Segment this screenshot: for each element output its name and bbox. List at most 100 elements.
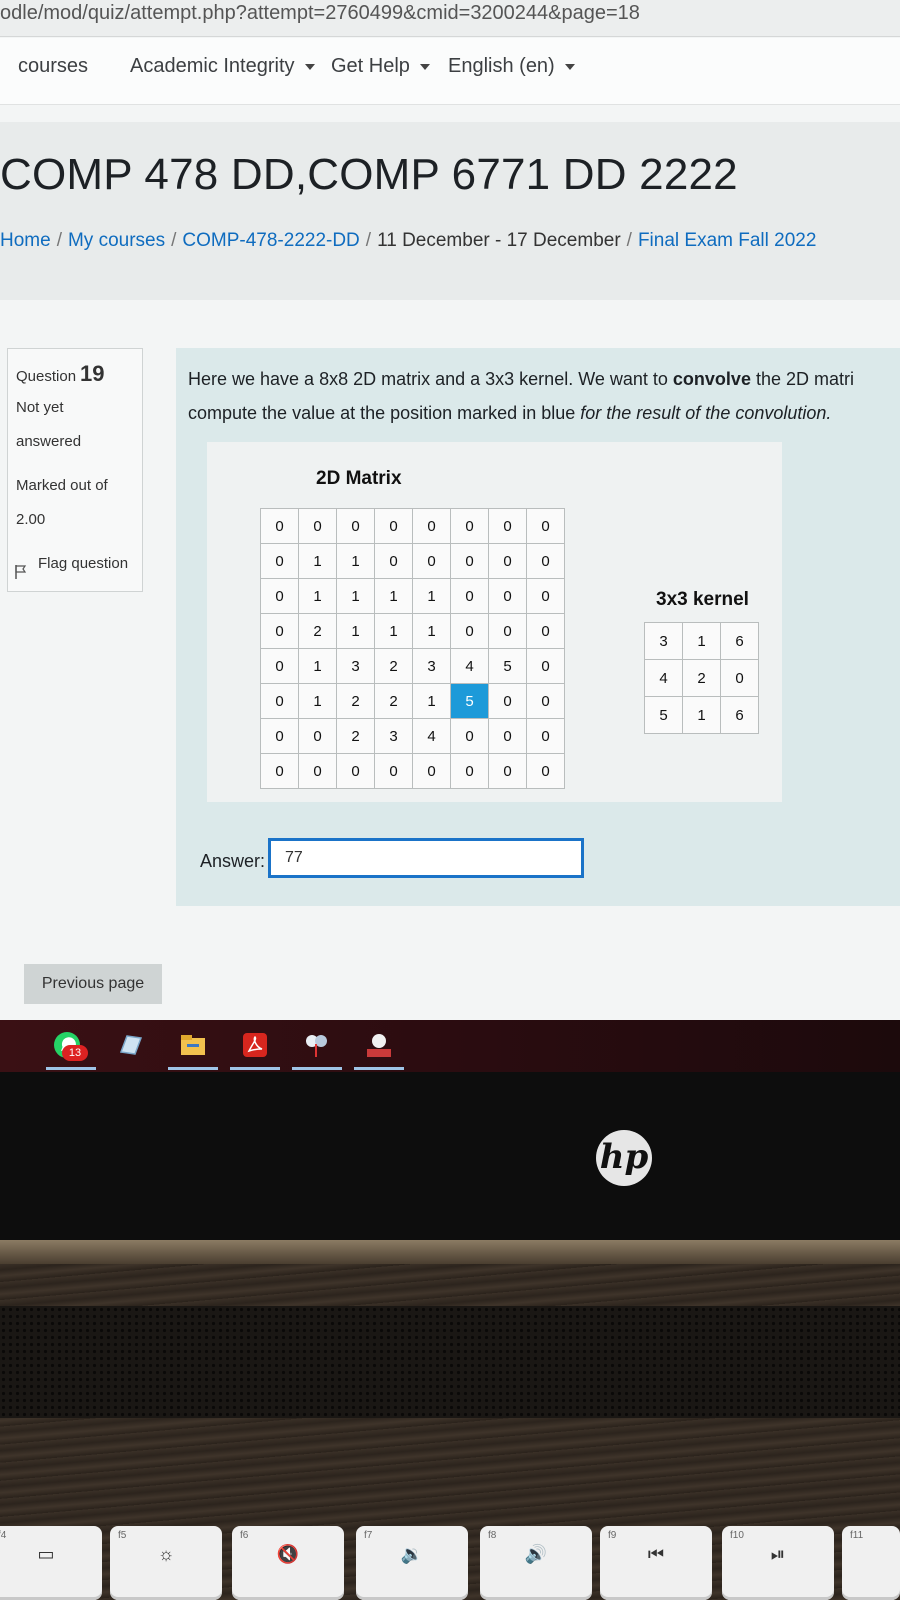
question-info-panel: Question 19 Not yet answered Marked out o… — [7, 348, 143, 592]
matrix-cell: 0 — [412, 753, 451, 789]
monitor-screen: odle/mod/quiz/attempt.php?attempt=276049… — [0, 0, 900, 1042]
matrix-cell: 0 — [488, 683, 527, 719]
kernel-cell: 4 — [644, 659, 683, 697]
matrix-cell: 0 — [374, 753, 413, 789]
marked-line-2: 2.00 — [16, 511, 46, 528]
function-key-label: f8 — [488, 1530, 497, 1541]
url-text[interactable]: odle/mod/quiz/attempt.php?attempt=276049… — [0, 2, 640, 25]
matrix-cell: 0 — [450, 543, 489, 579]
kernel-cell: 1 — [682, 696, 721, 734]
question-text-bold: convolve — [672, 369, 751, 389]
function-key-icon: 🔇 — [276, 1544, 300, 1564]
function-key-label: f9 — [608, 1530, 617, 1541]
kernel-cell: 5 — [644, 696, 683, 734]
answer-input[interactable] — [268, 838, 584, 878]
kernel-cell: 6 — [720, 622, 759, 660]
notification-badge: 13 — [62, 1045, 88, 1061]
matrix-cell: 0 — [488, 718, 527, 754]
matrix-cell: 1 — [298, 648, 337, 684]
notes-icon[interactable] — [115, 1030, 145, 1060]
active-indicator — [354, 1067, 404, 1070]
question-text-2a: compute the value at the position marked… — [188, 403, 581, 423]
flag-icon[interactable] — [14, 564, 28, 580]
function-key-f11[interactable]: f11 — [842, 1526, 900, 1600]
caret-down-icon — [564, 63, 575, 70]
question-number: Question 19 — [16, 361, 105, 387]
function-key-label: f7 — [364, 1530, 373, 1541]
laptop-bezel — [0, 1072, 900, 1240]
breadcrumb-home[interactable]: Home — [0, 230, 51, 251]
matrix-cell: 0 — [526, 578, 565, 614]
function-key-icon: ⏮ — [647, 1544, 665, 1564]
function-key-icon: ⏯ — [770, 1544, 786, 1564]
answer-label: Answer: — [200, 851, 266, 871]
matrix-cell: 1 — [336, 613, 375, 649]
function-key-f8[interactable]: f8 🔊 — [480, 1526, 592, 1600]
address-bar[interactable]: odle/mod/quiz/attempt.php?attempt=276049… — [0, 0, 900, 37]
kernel-cell: 6 — [720, 696, 759, 734]
matrix-cell: 1 — [374, 578, 413, 614]
matrix-cell: 0 — [412, 543, 451, 579]
flag-question-link[interactable]: Flag question — [38, 555, 128, 572]
function-key-f6[interactable]: f6 🔇 — [232, 1526, 344, 1600]
question-text-line-1: Here we have a 8x8 2D matrix and a 3x3 k… — [188, 369, 854, 390]
acrobat-icon[interactable] — [240, 1030, 270, 1060]
nav-academic-integrity[interactable]: Academic Integrity — [130, 55, 315, 78]
matrix-cell: 0 — [488, 508, 527, 544]
matrix-cell: 0 — [526, 753, 565, 789]
matrix-cell: 1 — [298, 578, 337, 614]
matrix-cell: 0 — [526, 683, 565, 719]
matrix-cell: 1 — [412, 683, 451, 719]
breadcrumb-week[interactable]: 11 December - 17 December — [377, 230, 621, 251]
breadcrumb-my-courses[interactable]: My courses — [68, 230, 165, 251]
question-number-value: 19 — [80, 361, 105, 386]
nav-courses[interactable]: courses — [18, 55, 88, 78]
kernel-table: 316420516 — [644, 622, 759, 734]
previous-page-button[interactable]: Previous page — [24, 964, 162, 1004]
matrix-cell: 1 — [412, 613, 451, 649]
pdf-tool-icon[interactable] — [364, 1030, 394, 1060]
kernel-cell: 2 — [682, 659, 721, 697]
question-label: Question — [16, 368, 77, 385]
matrix-cell: 0 — [450, 578, 489, 614]
top-navbar: courses Academic Integrity Get Help Engl… — [0, 38, 900, 105]
matrix-cell: 1 — [374, 613, 413, 649]
question-content: Here we have a 8x8 2D matrix and a 3x3 k… — [176, 348, 900, 906]
kernel-cell: 3 — [644, 622, 683, 660]
matrix-cell: 0 — [260, 508, 299, 544]
breadcrumb-exam[interactable]: Final Exam Fall 2022 — [638, 230, 816, 251]
function-key-f4[interactable]: f4 ▭ — [0, 1526, 102, 1600]
matrix-title: 2D Matrix — [316, 468, 402, 489]
question-text-italic: for the result of the convolution. — [580, 403, 832, 423]
matrix-cell: 0 — [298, 753, 337, 789]
matrix-cell: 2 — [336, 683, 375, 719]
matrix-cell: 0 — [526, 543, 565, 579]
active-indicator — [230, 1067, 280, 1070]
status-line-1: Not yet — [16, 399, 64, 416]
matrix-cell: 0 — [412, 508, 451, 544]
function-key-f10[interactable]: f10 ⏯ — [722, 1526, 834, 1600]
active-indicator — [46, 1067, 96, 1070]
function-key-f7[interactable]: f7 🔉 — [356, 1526, 468, 1600]
nav-language[interactable]: English (en) — [448, 55, 575, 78]
matrix-cell: 5 — [488, 648, 527, 684]
snip-tool-icon[interactable] — [302, 1030, 332, 1060]
file-explorer-icon[interactable] — [178, 1030, 208, 1060]
nav-get-help[interactable]: Get Help — [331, 55, 430, 78]
matrix-cell: 0 — [526, 508, 565, 544]
kernel-cell: 0 — [720, 659, 759, 697]
matrix-cell: 0 — [450, 508, 489, 544]
breadcrumb-course[interactable]: COMP-478-2222-DD — [182, 230, 359, 251]
matrix-cell: 0 — [260, 683, 299, 719]
matrix-row: 00000000 — [260, 508, 565, 544]
matrix-row: 00000000 — [260, 753, 565, 789]
laptop-hinge — [0, 1240, 900, 1264]
matrix-row: 01100000 — [260, 543, 565, 579]
matrix-cell: 2 — [298, 613, 337, 649]
function-key-icon: ☼ — [157, 1544, 175, 1564]
function-key-f5[interactable]: f5 ☼ — [110, 1526, 222, 1600]
function-key-f9[interactable]: f9 ⏮ — [600, 1526, 712, 1600]
matrix-cell: 4 — [412, 718, 451, 754]
kernel-row: 516 — [644, 696, 759, 734]
question-text-1b: the 2D matri — [750, 369, 854, 389]
